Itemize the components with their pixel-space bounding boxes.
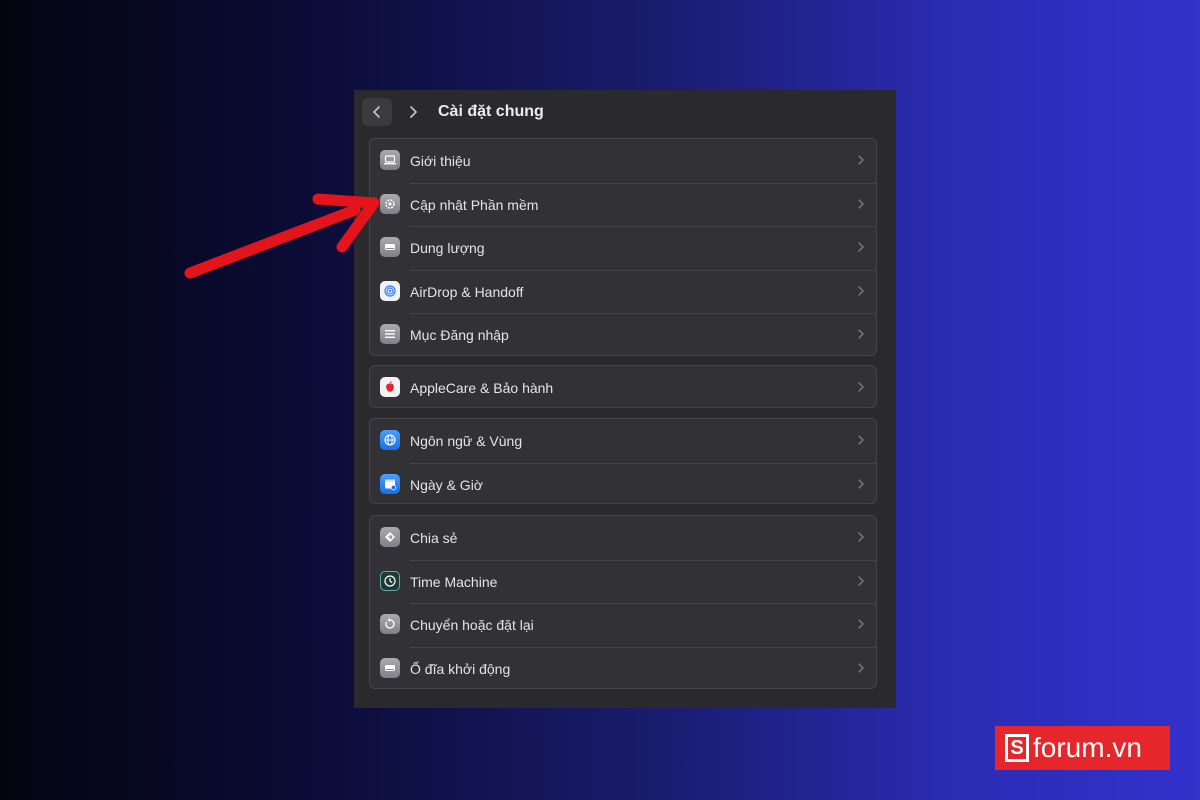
row-label: Mục Đăng nhập xyxy=(410,327,509,343)
apple-icon xyxy=(380,377,400,397)
laptop-icon xyxy=(380,150,400,170)
row-label: AirDrop & Handoff xyxy=(410,283,524,300)
list-icon xyxy=(380,324,400,344)
row-login-items[interactable]: Mục Đăng nhập xyxy=(370,313,876,357)
toolbar: Cài đặt chung xyxy=(354,90,896,134)
row-label: Cập nhật Phần mềm xyxy=(410,196,539,213)
row-sharing[interactable]: Chia sẻ xyxy=(370,516,876,560)
row-label: Chuyển hoặc đặt lại xyxy=(410,617,534,633)
logo-text: forum.vn xyxy=(1033,732,1142,763)
forward-button[interactable] xyxy=(398,98,428,126)
page-title: Cài đặt chung xyxy=(438,103,544,120)
share-icon xyxy=(380,527,400,547)
settings-group-maintenance: Chia sẻ Time Machine Chuyển hoặc đặt lại… xyxy=(369,515,877,689)
chevron-right-icon xyxy=(858,575,864,586)
chevron-right-icon xyxy=(858,285,864,296)
startup-disk-icon xyxy=(380,657,400,678)
globe-icon xyxy=(380,430,400,450)
row-label: Ổ đĩa khởi động xyxy=(410,660,511,677)
row-label: Chia sẻ xyxy=(410,530,458,546)
row-label: Dung lượng xyxy=(410,240,485,256)
chevron-left-icon xyxy=(373,106,380,118)
row-software-update[interactable]: Cập nhật Phần mềm xyxy=(370,182,876,227)
settings-group-applecare: AppleCare & Bảo hành xyxy=(369,365,877,408)
row-storage[interactable]: Dung lượng xyxy=(370,226,876,270)
sforum-logo: S forum.vn xyxy=(995,726,1170,770)
chevron-right-icon xyxy=(858,662,864,673)
row-label: Ngôn ngữ & Vùng xyxy=(410,433,523,449)
row-about[interactable]: Giới thiệu xyxy=(370,139,876,183)
row-applecare[interactable]: AppleCare & Bảo hành xyxy=(370,366,876,410)
settings-group-system: Giới thiệu Cập nhật Phần mềm Dung lượng … xyxy=(369,138,877,356)
row-airdrop-handoff[interactable]: AirDrop & Handoff xyxy=(370,269,876,314)
row-language-region[interactable]: Ngôn ngữ & Vùng xyxy=(370,419,876,463)
settings-window: Cài đặt chung Giới thiệu Cập nhật Phần m… xyxy=(354,90,896,708)
chevron-right-icon xyxy=(858,382,864,392)
settings-group-locale: Ngôn ngữ & Vùng Ngày & Giờ xyxy=(369,418,877,504)
chevron-right-icon xyxy=(858,532,864,542)
row-label: AppleCare & Bảo hành xyxy=(410,380,554,396)
chevron-right-icon xyxy=(858,329,864,339)
calendar-icon xyxy=(380,473,400,494)
chevron-right-icon xyxy=(858,435,864,445)
row-label: Giới thiệu xyxy=(410,153,471,169)
reset-icon xyxy=(380,614,400,634)
back-button[interactable] xyxy=(362,98,392,126)
row-label: Time Machine xyxy=(410,573,498,590)
chevron-right-icon xyxy=(410,106,417,118)
chevron-right-icon xyxy=(858,198,864,209)
logo-badge: S xyxy=(1005,734,1029,762)
annotation-arrow-icon xyxy=(184,193,380,279)
row-time-machine[interactable]: Time Machine xyxy=(370,559,876,604)
row-transfer-reset[interactable]: Chuyển hoặc đặt lại xyxy=(370,603,876,647)
chevron-right-icon xyxy=(858,155,864,165)
chevron-right-icon xyxy=(858,242,864,252)
row-date-time[interactable]: Ngày & Giờ xyxy=(370,462,876,507)
row-label: Ngày & Giờ xyxy=(410,476,483,493)
chevron-right-icon xyxy=(858,619,864,629)
chevron-right-icon xyxy=(858,478,864,489)
time-machine-icon xyxy=(380,570,400,591)
row-startup-disk[interactable]: Ổ đĩa khởi động xyxy=(370,646,876,691)
